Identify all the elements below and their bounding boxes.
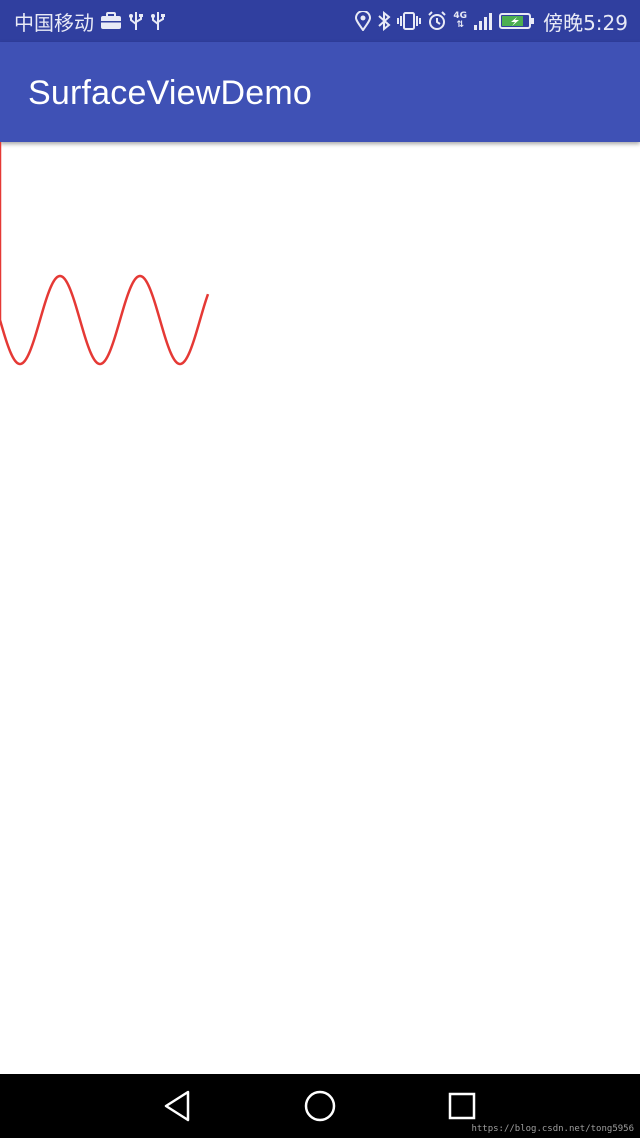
recents-icon — [448, 1092, 476, 1120]
back-icon — [164, 1090, 190, 1122]
bluetooth-icon — [377, 11, 391, 31]
home-icon — [304, 1090, 336, 1122]
recents-button[interactable] — [444, 1088, 480, 1124]
signal-icon — [473, 11, 493, 31]
data-arrows-icon: ⇅ — [456, 20, 465, 30]
briefcase-icon — [100, 12, 122, 30]
watermark: https://blog.csdn.net/tong5956 — [471, 1124, 634, 1134]
alarm-icon — [427, 11, 447, 31]
status-bar: 中国移动 4G ⇅ 傍晚5:29 — [0, 0, 640, 42]
clock: 傍晚5:29 — [543, 7, 628, 36]
back-button[interactable] — [160, 1088, 196, 1124]
app-bar: SurfaceViewDemo — [0, 42, 640, 142]
surface-canvas — [0, 142, 210, 366]
vibrate-icon — [397, 11, 422, 31]
network-type: 4G ⇅ — [453, 12, 467, 30]
status-right: 4G ⇅ 傍晚5:29 — [355, 0, 628, 42]
location-icon — [355, 11, 372, 31]
battery-charging-icon — [499, 11, 535, 31]
carrier-name: 中国移动 — [14, 10, 94, 35]
usb-icon — [150, 11, 166, 31]
app-title: SurfaceViewDemo — [28, 74, 312, 112]
status-left: 中国移动 — [14, 0, 166, 42]
home-button[interactable] — [302, 1088, 338, 1124]
sine-wave-line — [0, 142, 210, 366]
clock-time: 5:29 — [583, 10, 628, 35]
usb-icon — [128, 11, 144, 31]
clock-prefix: 傍晚 — [543, 10, 584, 35]
navigation-bar: https://blog.csdn.net/tong5956 — [0, 1074, 640, 1138]
surface-view[interactable] — [0, 142, 640, 1074]
